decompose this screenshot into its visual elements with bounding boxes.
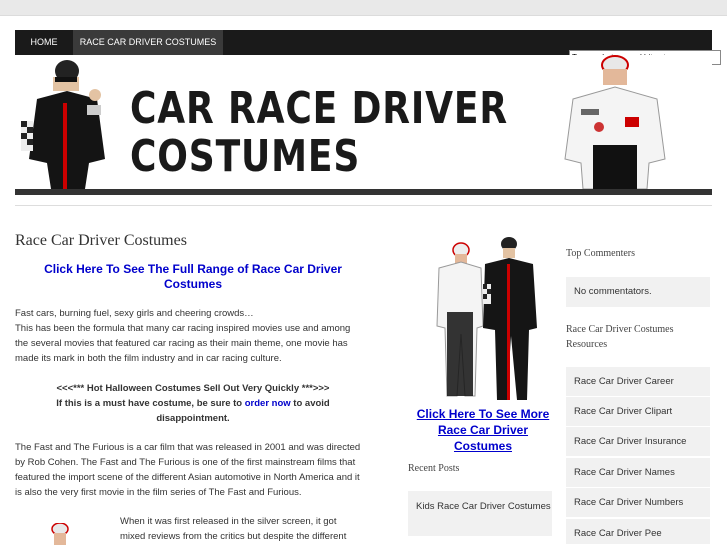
intro-line: This has been the formula that many car …	[15, 323, 351, 334]
resource-link-insurance[interactable]: Race Car Driver Insurance	[566, 427, 710, 457]
order-now-link[interactable]: order now	[245, 398, 291, 409]
see-more-line-2: Race Car Driver Costumes	[437, 423, 529, 453]
movie-paragraph: The Fast and The Furious is a car film t…	[15, 440, 371, 500]
resource-link-pee[interactable]: Race Car Driver Pee	[566, 519, 710, 545]
intro-line: made its mark in both the film industry …	[15, 353, 282, 364]
promo-line-3: disappointment.	[156, 413, 230, 424]
promo-text: to avoid	[290, 398, 330, 409]
full-range-link[interactable]: Click Here To See The Full Range of Race…	[15, 262, 371, 292]
no-commentators-text: No commentators.	[566, 277, 710, 308]
full-range-link-line-1: Click Here To See The Full Range of Race…	[44, 262, 342, 276]
promo-line-1: <<<*** Hot Halloween Costumes Sell Out V…	[56, 383, 330, 394]
movie-line: featured the import scene of the differe…	[15, 472, 360, 483]
intro-line: the several movies that featured car rac…	[15, 338, 348, 349]
logo-line-1: CAR RACE DRIVER	[130, 83, 508, 134]
top-commenters-title: Top Commenters	[566, 248, 636, 259]
promo-line-2: If this is a must have costume, be sure …	[15, 396, 371, 411]
main-navigation: HOME RACE CAR DRIVER COSTUMES	[15, 30, 721, 65]
post-title: Race Car Driver Costumes	[15, 232, 187, 249]
resources-title: Race Car Driver Costumes Resources	[566, 322, 673, 352]
site-logo[interactable]: CAR RACE DRIVER COSTUMES	[130, 85, 508, 181]
promo-text: If this is a must have costume, be sure …	[56, 398, 245, 409]
see-more-costumes-link[interactable]: Click Here To See More Race Car Driver C…	[408, 406, 558, 454]
resource-link-career[interactable]: Race Car Driver Career	[566, 367, 710, 397]
review-line: mixed reviews from the critics but despi…	[120, 531, 347, 542]
review-paragraph: When it was first released in the silver…	[120, 514, 370, 544]
review-line: When it was first released in the silver…	[120, 516, 337, 527]
page: HOME RACE CAR DRIVER COSTUMES CAR RACE D…	[0, 16, 727, 545]
intro-paragraph: Fast cars, burning fuel, sexy girls and …	[15, 306, 371, 366]
recent-posts-title: Recent Posts	[408, 463, 460, 474]
resources-title-line-1: Race Car Driver Costumes	[566, 324, 674, 335]
driver-thumbnail-image	[51, 523, 69, 545]
movie-line: The Fast and The Furious is a car film t…	[15, 442, 361, 453]
see-more-line-1: Click Here To See More	[416, 407, 550, 421]
movie-line: is also the very first movie in the film…	[15, 487, 302, 498]
browser-top-strip	[0, 0, 727, 16]
recent-post-item[interactable]: Kids Race Car Driver Costumes	[408, 491, 552, 537]
costume-pair-image	[436, 237, 537, 400]
resource-link-numbers[interactable]: Race Car Driver Numbers	[566, 488, 710, 518]
resource-link-names[interactable]: Race Car Driver Names	[566, 458, 710, 488]
resource-link-clipart[interactable]: Race Car Driver Clipart	[566, 397, 710, 427]
nav-home-link[interactable]: HOME	[15, 30, 73, 55]
promo-notice: <<<*** Hot Halloween Costumes Sell Out V…	[15, 381, 371, 426]
header-bottom-bar	[15, 189, 712, 195]
content-divider	[15, 205, 712, 206]
intro-line: Fast cars, burning fuel, sexy girls and …	[15, 308, 254, 319]
nav-race-car-driver-costumes-link[interactable]: RACE CAR DRIVER COSTUMES	[73, 30, 223, 55]
logo-line-2: COSTUMES	[130, 131, 361, 182]
movie-line: by Rob Cohen. The Fast and The Furious i…	[15, 457, 356, 468]
driver-black-suit-image	[21, 60, 105, 189]
resources-title-line-2: Resources	[566, 339, 608, 350]
driver-white-suit-image	[564, 55, 666, 189]
full-range-link-line-2: Costumes	[163, 277, 222, 291]
site-header-banner: CAR RACE DRIVER COSTUMES	[15, 55, 712, 189]
